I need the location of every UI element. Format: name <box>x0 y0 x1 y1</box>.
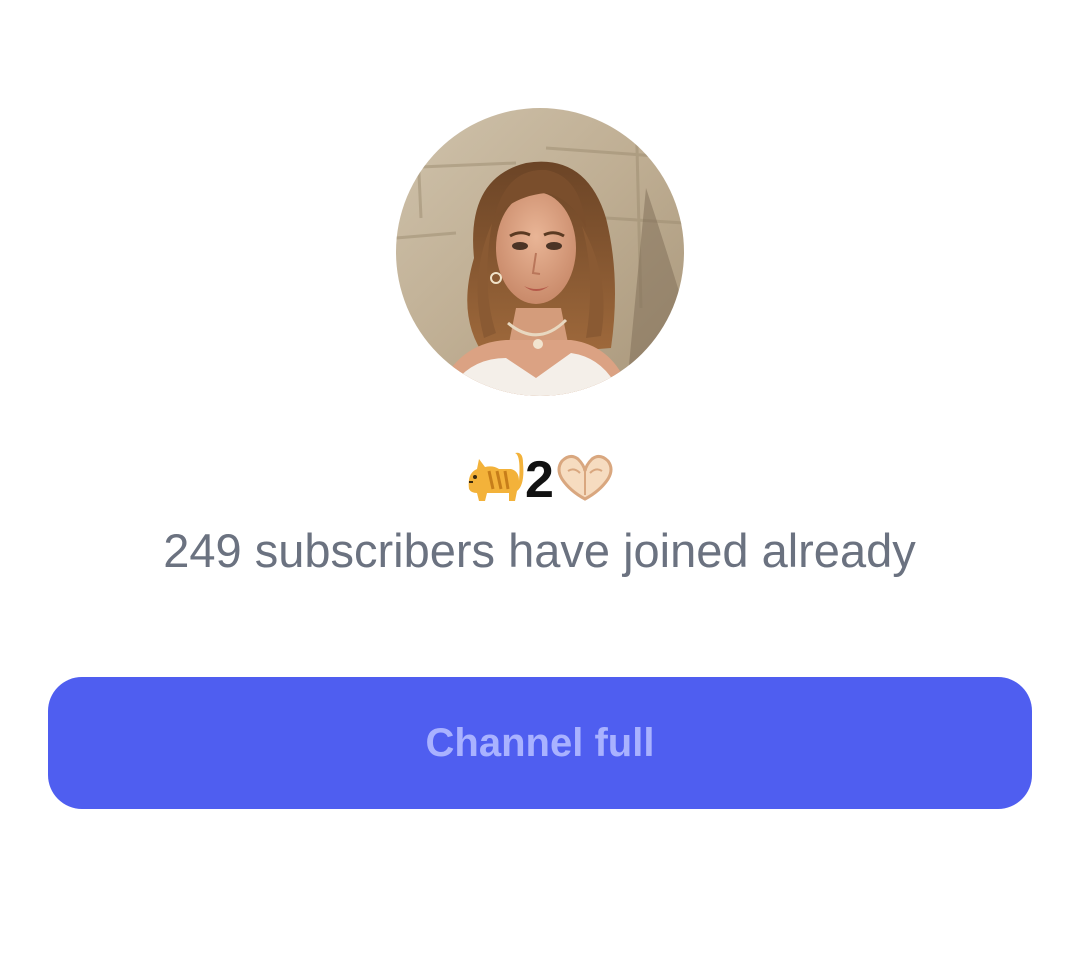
heart-hands-icon <box>554 451 616 518</box>
avatar-photo <box>396 108 684 396</box>
channel-name: 2 <box>0 448 1079 518</box>
channel-full-button[interactable]: Channel full <box>48 677 1032 809</box>
channel-join-page: 2 249 subscribers have joined already Ch… <box>0 0 1079 959</box>
channel-avatar <box>396 108 684 396</box>
subscribers-count: 249 subscribers have joined already <box>163 524 916 577</box>
cat-icon <box>463 449 525 518</box>
channel-name-number: 2 <box>525 451 554 509</box>
channel-full-label: Channel full <box>425 720 655 765</box>
